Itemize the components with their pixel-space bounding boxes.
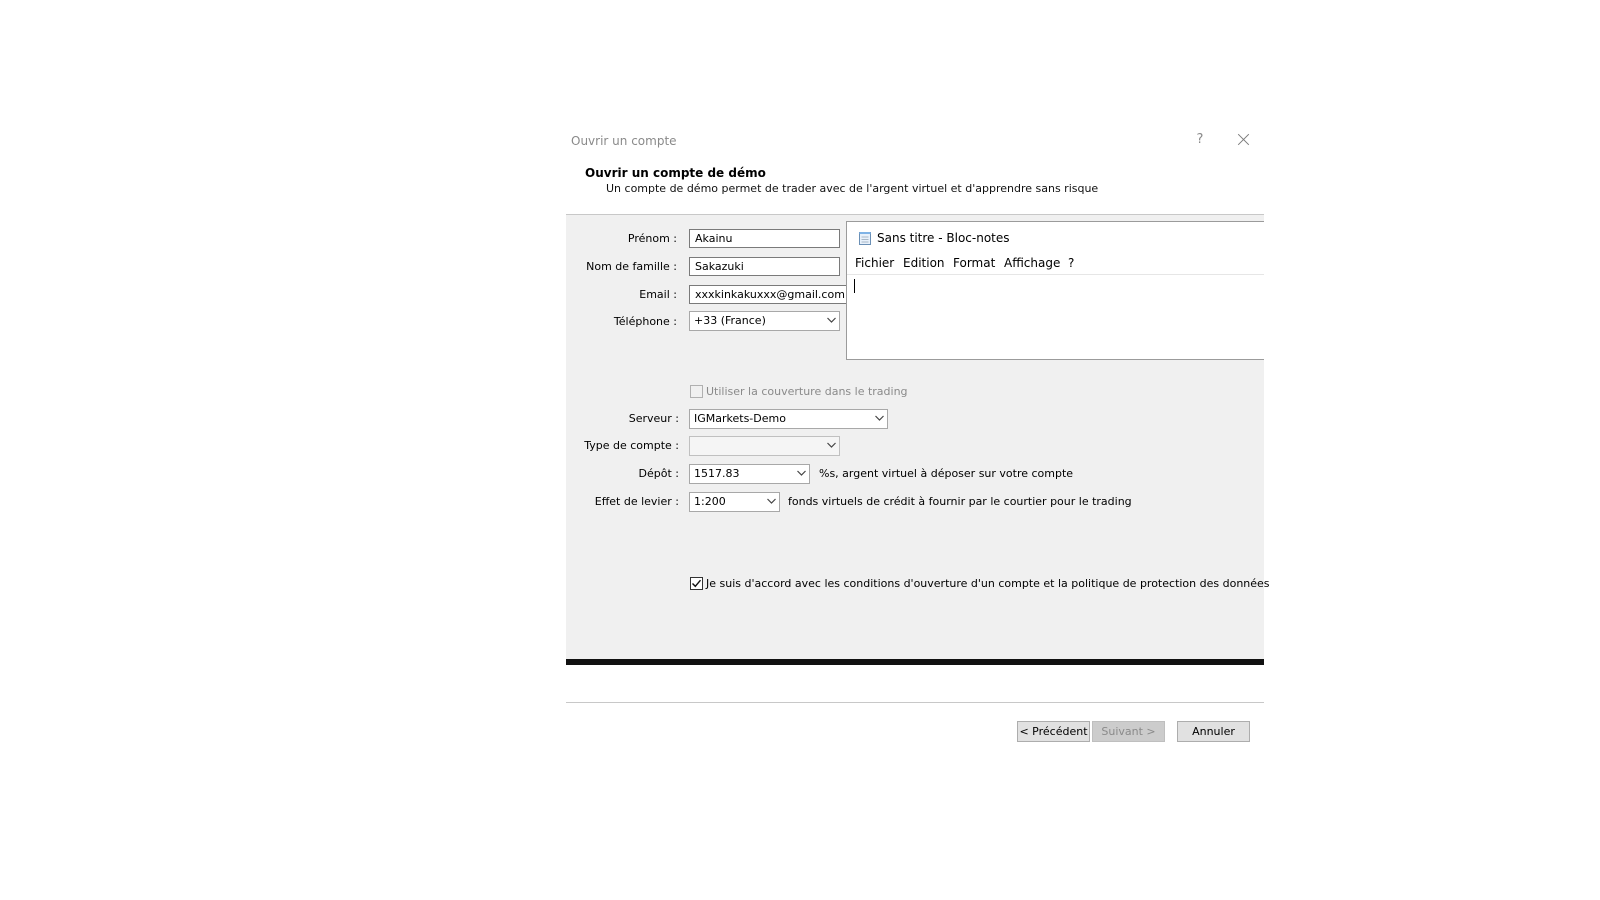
- server-value: IGMarkets-Demo: [694, 412, 786, 425]
- open-account-dialog: Ouvrir un compte ? Ouvrir un compte de d…: [566, 122, 1270, 742]
- phone-country-value: +33 (France): [694, 314, 766, 327]
- help-button[interactable]: ?: [1192, 132, 1208, 150]
- notepad-window[interactable]: Sans titre - Bloc-notes Fichier Edition …: [846, 221, 1264, 360]
- email-label: Email :: [639, 288, 677, 301]
- phone-label: Téléphone :: [613, 315, 677, 328]
- notepad-menu-bar: Fichier Edition Format Affichage ?: [847, 254, 1264, 275]
- last-name-input[interactable]: Sakazuki: [689, 257, 840, 276]
- checkmark-icon: [692, 579, 702, 588]
- leverage-hint: fonds virtuels de crédit à fournir par l…: [788, 495, 1132, 508]
- account-type-label: Type de compte :: [584, 439, 679, 452]
- deposit-label: Dépôt :: [638, 467, 679, 480]
- chevron-down-icon: [797, 470, 806, 477]
- text-caret: [854, 279, 855, 293]
- menu-fichier[interactable]: Fichier: [855, 256, 894, 270]
- hedging-label: Utiliser la couverture dans le trading: [706, 385, 908, 398]
- email-input[interactable]: xxxkinkakuxxx@gmail.com: [689, 285, 848, 304]
- phone-country-select[interactable]: +33 (France): [689, 311, 840, 331]
- server-label: Serveur :: [628, 412, 679, 425]
- agree-checkbox[interactable]: [690, 577, 703, 590]
- footer-separator: [566, 702, 1264, 703]
- deposit-select[interactable]: 1517.83: [689, 464, 810, 484]
- cancel-button[interactable]: Annuler: [1177, 721, 1250, 742]
- first-name-input[interactable]: Akainu: [689, 229, 840, 248]
- dialog-title: Ouvrir un compte: [571, 134, 677, 148]
- chevron-down-icon: [767, 498, 776, 505]
- leverage-select[interactable]: 1:200: [689, 492, 780, 512]
- previous-button[interactable]: < Précédent: [1017, 721, 1090, 742]
- leverage-label: Effet de levier :: [594, 495, 679, 508]
- account-type-select[interactable]: [689, 436, 840, 456]
- chevron-down-icon: [875, 415, 884, 422]
- next-button[interactable]: Suivant >: [1092, 721, 1165, 742]
- notepad-text-area[interactable]: [847, 275, 1264, 359]
- chevron-down-icon: [827, 442, 836, 449]
- dialog-bottom-border: [566, 659, 1264, 665]
- dialog-heading: Ouvrir un compte de démo: [585, 166, 766, 180]
- chevron-down-icon: [827, 317, 836, 324]
- notepad-icon: [858, 231, 872, 245]
- menu-format[interactable]: Format: [953, 256, 995, 270]
- last-name-label: Nom de famille :: [586, 260, 677, 273]
- agree-label: Je suis d'accord avec les conditions d'o…: [706, 577, 1270, 590]
- dialog-subtitle: Un compte de démo permet de trader avec …: [606, 182, 1099, 195]
- hedging-checkbox[interactable]: [690, 385, 703, 398]
- deposit-hint: %s, argent virtuel à déposer sur votre c…: [819, 467, 1074, 480]
- leverage-value: 1:200: [694, 495, 726, 508]
- first-name-label: Prénom :: [627, 232, 677, 245]
- menu-help[interactable]: ?: [1068, 256, 1074, 270]
- menu-edition[interactable]: Edition: [903, 256, 945, 270]
- server-select[interactable]: IGMarkets-Demo: [689, 409, 888, 429]
- close-icon[interactable]: [1234, 130, 1254, 150]
- notepad-title: Sans titre - Bloc-notes: [877, 231, 1010, 245]
- deposit-value: 1517.83: [694, 467, 740, 480]
- menu-affichage[interactable]: Affichage: [1004, 256, 1060, 270]
